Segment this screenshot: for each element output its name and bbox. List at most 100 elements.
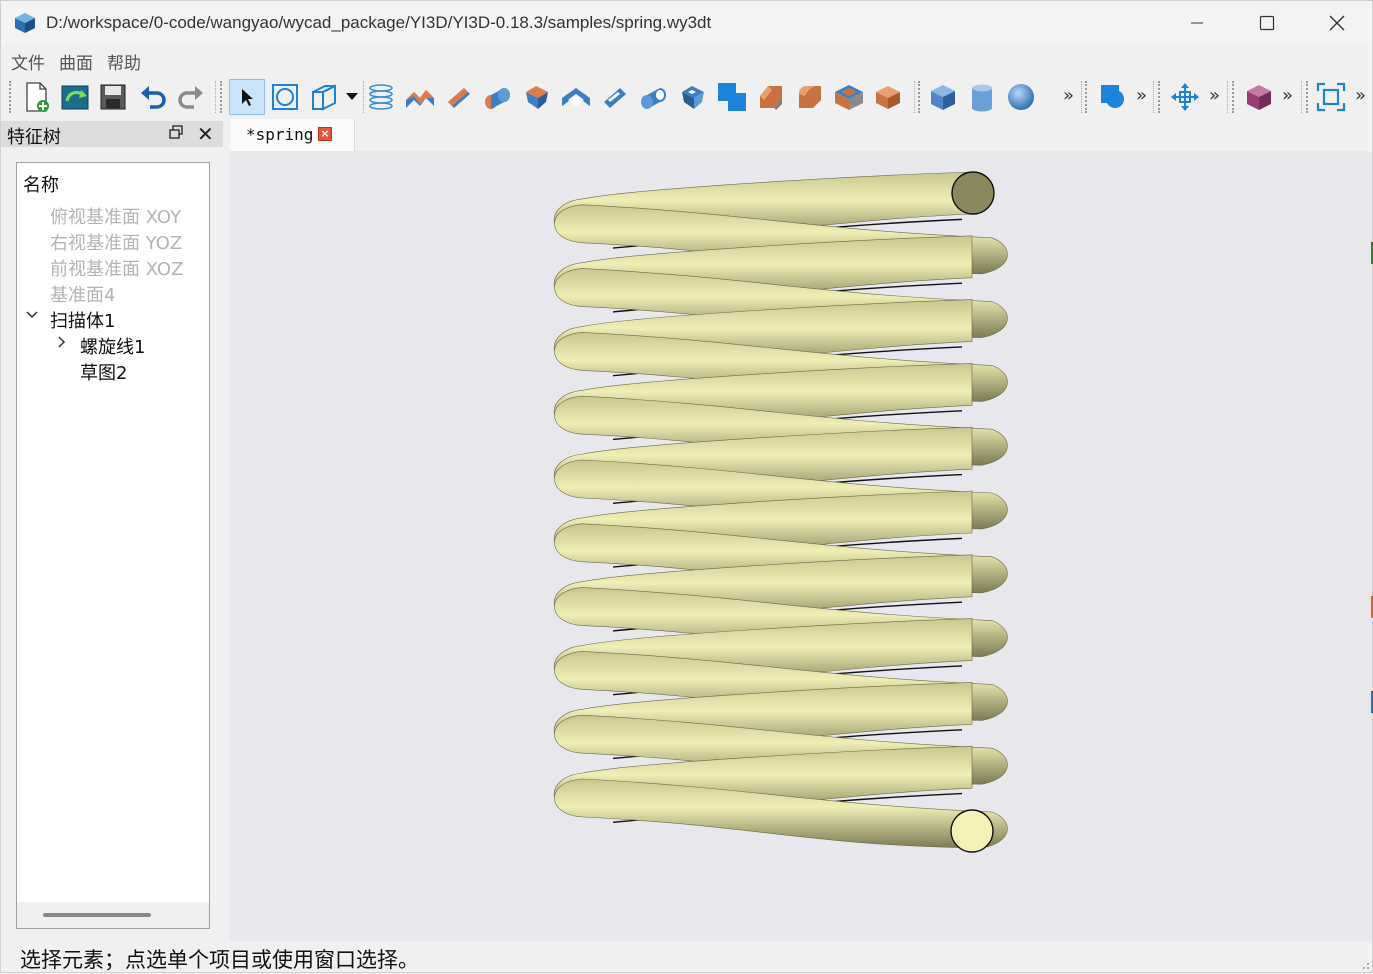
sweep-cut-button[interactable] (636, 79, 672, 115)
save-icon (100, 84, 126, 110)
toolbar-overflow-2[interactable]: » (1136, 85, 1147, 106)
move-icon (1171, 83, 1199, 111)
main-toolbar: » » » » » (1, 75, 1372, 119)
close-tab-icon[interactable]: × (318, 127, 332, 141)
feature-tree-dock-title[interactable]: 特征树 ✕ (1, 121, 223, 148)
revolve-cut-button[interactable] (597, 79, 633, 115)
sweep-button[interactable] (480, 79, 516, 115)
menu-bar: 文件 曲面 帮助 (1, 47, 145, 75)
extrude-button[interactable] (402, 79, 438, 115)
tree-item-sketch-2[interactable]: 草图2 (80, 359, 127, 385)
tree-item-sweep-1[interactable]: 扫描体1 (50, 307, 115, 333)
tree-item-plane-4[interactable]: 基准面4 (50, 281, 115, 307)
close-dock-icon[interactable]: ✕ (197, 122, 214, 146)
loft-button[interactable] (519, 79, 555, 115)
sphere-primitive-button[interactable] (1003, 79, 1039, 115)
toolbar-grip[interactable] (1085, 81, 1088, 113)
revolve-button[interactable] (441, 79, 477, 115)
close-icon (1329, 15, 1345, 31)
draft-icon (876, 86, 900, 109)
sketch-dropdown-button[interactable] (341, 79, 363, 115)
helix-button[interactable] (363, 79, 399, 115)
box-primitive-button[interactable] (925, 79, 961, 115)
tree-horizontal-scrollbar[interactable] (17, 902, 209, 928)
revolve-cut-icon (604, 88, 626, 108)
toolbar-grip[interactable] (9, 81, 12, 113)
toolbar-grip[interactable] (918, 81, 921, 113)
open-file-button[interactable] (57, 79, 93, 115)
extrude-cut-button[interactable] (558, 79, 594, 115)
view-cube-icon (1247, 85, 1271, 110)
spring-model[interactable] (230, 151, 1372, 941)
loft-cut-icon (682, 86, 704, 109)
toolbar-separator (1081, 81, 1082, 113)
sketch-circle-icon (272, 84, 298, 110)
chevron-right-icon[interactable] (58, 336, 66, 348)
toolbar-separator (1153, 81, 1154, 113)
tree-item-plane-xoy[interactable]: 俯视基准面 XOY (50, 203, 181, 229)
resize-grip-icon[interactable] (1358, 958, 1370, 970)
tree-column-header: 名称 (23, 175, 59, 196)
sweep-cut-icon (641, 88, 666, 109)
redo-button[interactable] (173, 79, 209, 115)
chamfer-button[interactable] (753, 79, 789, 115)
sketch-circle-button[interactable] (267, 79, 303, 115)
3d-viewport[interactable] (230, 151, 1372, 941)
save-button[interactable] (95, 79, 131, 115)
tab-label: *spring (246, 125, 314, 144)
cylinder-primitive-icon (972, 84, 992, 112)
sketch-plane-button[interactable] (306, 79, 342, 115)
toolbar-overflow-3[interactable]: » (1209, 85, 1220, 106)
scrollbar-thumb[interactable] (43, 913, 151, 917)
cylinder-primitive-button[interactable] (964, 79, 1000, 115)
undo-icon (141, 86, 166, 109)
chamfer-icon (760, 86, 782, 110)
tab-spring[interactable]: *spring × (230, 119, 355, 151)
tree-item-helix-1[interactable]: 螺旋线1 (80, 333, 145, 359)
close-window-button[interactable] (1302, 1, 1372, 45)
float-dock-icon[interactable] (169, 125, 183, 139)
toolbar-separator (215, 81, 216, 113)
fillet-icon (799, 86, 821, 108)
spring-end-top[interactable] (951, 171, 995, 215)
window-title: D:/workspace/0-code/wangyao/wycad_packag… (46, 13, 712, 32)
tree-item-plane-xoz[interactable]: 前视基准面 XOZ (50, 255, 183, 281)
tree-item-plane-yoz[interactable]: 右视基准面 YOZ (50, 229, 182, 255)
menu-surface[interactable]: 曲面 (59, 49, 93, 74)
status-bar: 选择元素；点选单个项目或使用窗口选择。 (1, 941, 1372, 972)
view-cube-button[interactable] (1241, 79, 1277, 115)
loft-icon (526, 86, 548, 109)
toolbar-separator (1301, 81, 1302, 113)
fit-view-button[interactable] (1313, 79, 1349, 115)
move-button[interactable] (1167, 79, 1203, 115)
feature-tree-title: 特征树 (7, 127, 61, 148)
toolbar-overflow-1[interactable]: » (1063, 85, 1074, 106)
toolbar-grip[interactable] (220, 81, 223, 113)
helix-icon (369, 84, 393, 110)
maximize-button[interactable] (1232, 1, 1302, 45)
spring-end-bottom[interactable] (950, 809, 994, 853)
revolve-icon (448, 88, 470, 108)
toolbar-overflow-4[interactable]: » (1282, 85, 1293, 106)
chevron-down-icon[interactable] (26, 311, 38, 319)
menu-file[interactable]: 文件 (11, 49, 45, 74)
shell-button[interactable] (831, 79, 867, 115)
toolbar-separator (1227, 81, 1228, 113)
toolbar-grip[interactable] (1158, 81, 1161, 113)
toolbar-grip[interactable] (1306, 81, 1309, 113)
draft-button[interactable] (870, 79, 906, 115)
undo-button[interactable] (135, 79, 171, 115)
shape-button[interactable] (1095, 79, 1131, 115)
select-button[interactable] (229, 79, 265, 115)
boolean-button[interactable] (714, 79, 750, 115)
feature-tree[interactable]: 名称 俯视基准面 XOY 右视基准面 YOZ 前视基准面 XOZ 基准面4 扫描… (16, 162, 210, 929)
menu-help[interactable]: 帮助 (107, 49, 141, 74)
fillet-button[interactable] (792, 79, 828, 115)
toolbar-grip[interactable] (1232, 81, 1235, 113)
new-file-button[interactable] (19, 79, 55, 115)
loft-cut-button[interactable] (675, 79, 711, 115)
toolbar-overflow-5[interactable]: » (1355, 85, 1366, 106)
boolean-icon (718, 83, 746, 111)
title-bar[interactable]: D:/workspace/0-code/wangyao/wycad_packag… (1, 1, 1372, 45)
minimize-button[interactable] (1162, 1, 1232, 45)
